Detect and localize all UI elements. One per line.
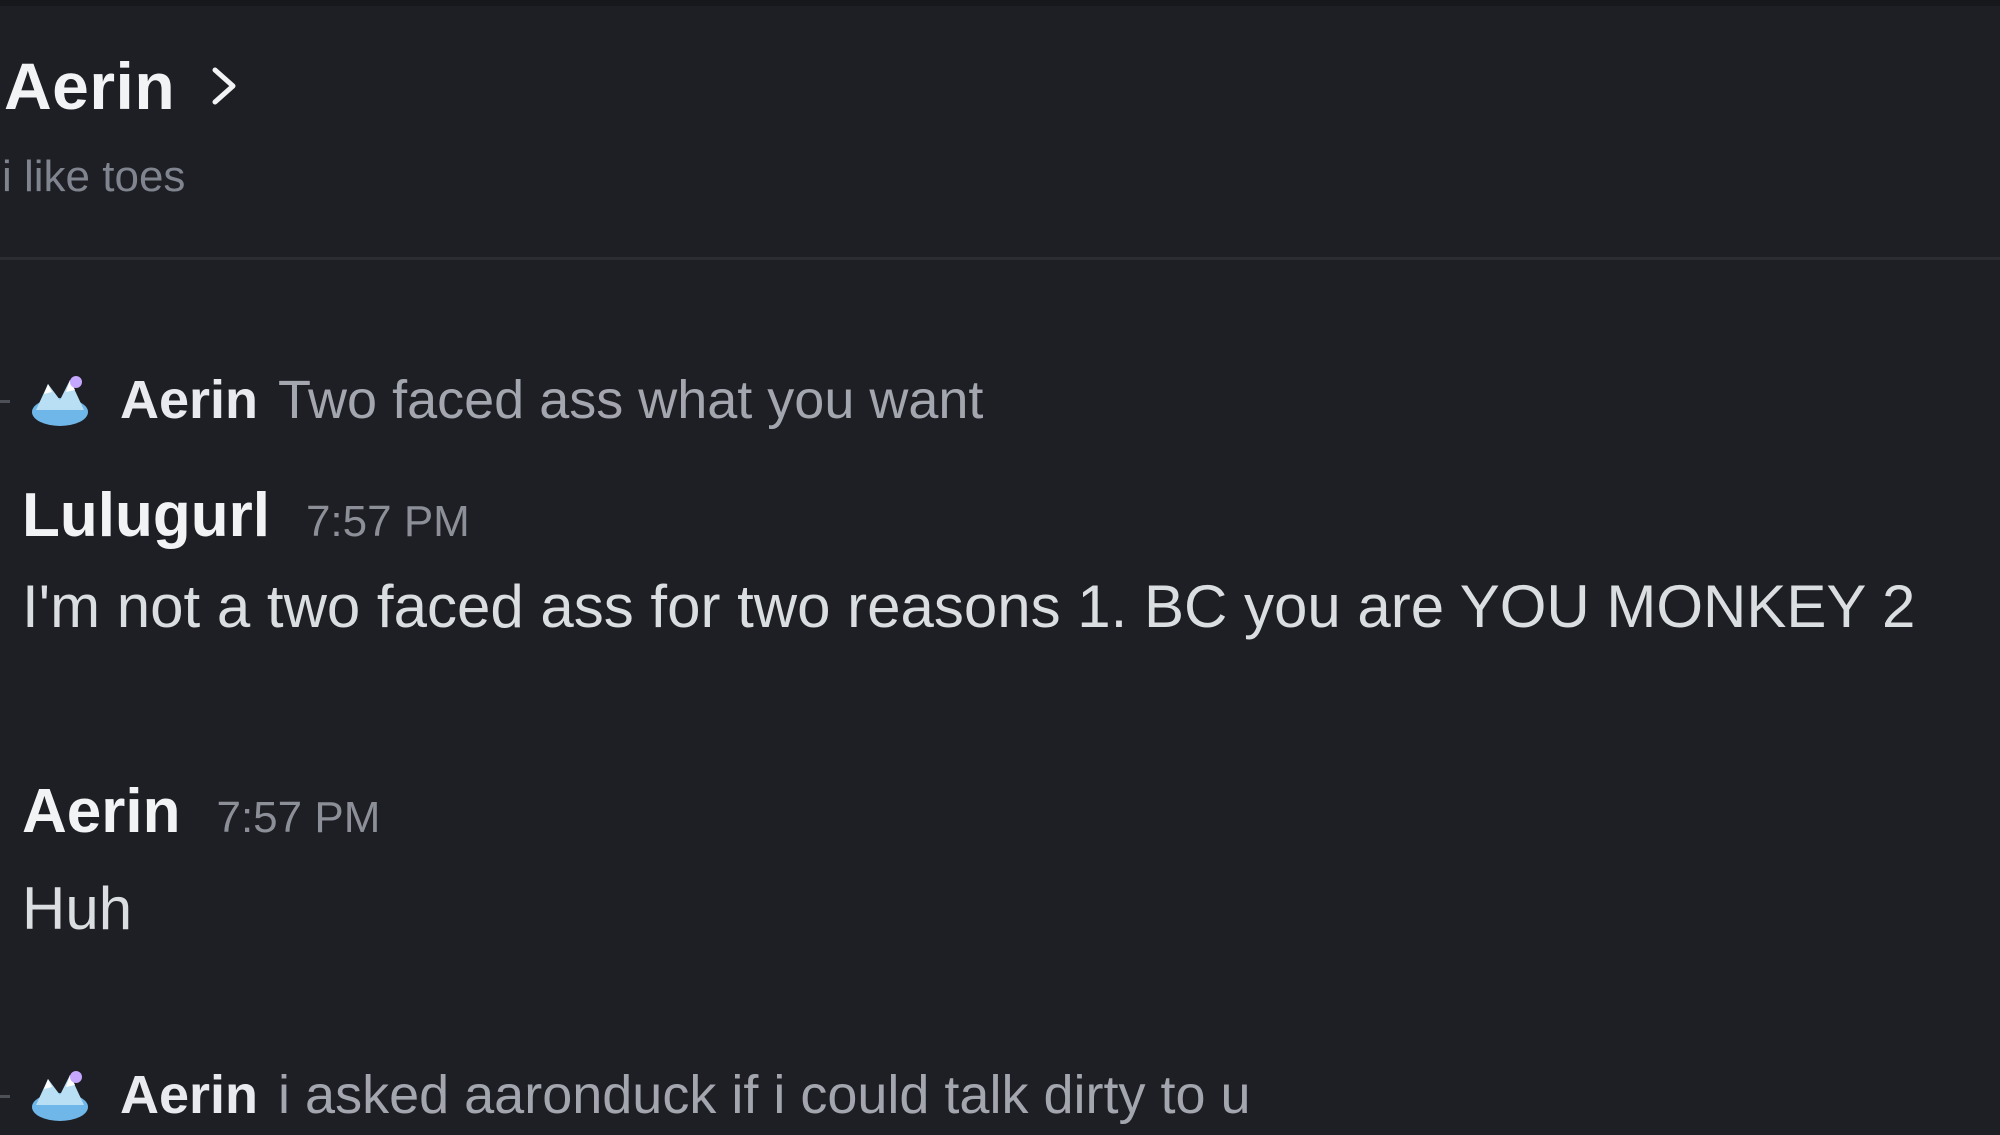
reply-preview[interactable]: Aerin i asked aaronduck if i could talk … xyxy=(0,1055,1251,1135)
dm-header: Aerin i like toes xyxy=(0,0,2000,260)
message-text: Huh xyxy=(22,875,133,942)
message-header: Lulugurl 7:57 PM xyxy=(22,480,470,551)
reply-text[interactable]: i asked aaronduck if i could talk dirty … xyxy=(278,1064,1251,1126)
page-title: Aerin xyxy=(4,49,176,123)
reply-author[interactable]: Aerin xyxy=(120,369,258,431)
profile-link[interactable]: Aerin xyxy=(4,48,245,124)
reply-text[interactable]: Two faced ass what you want xyxy=(278,369,983,431)
message-author[interactable]: Aerin xyxy=(22,776,180,847)
avatar-icon xyxy=(30,1065,90,1125)
reply-author[interactable]: Aerin xyxy=(120,1064,258,1126)
message-timestamp: 7:57 PM xyxy=(216,793,381,842)
reply-preview[interactable]: Aerin Two faced ass what you want xyxy=(0,360,983,440)
message-header: Aerin 7:57 PM xyxy=(22,776,380,847)
avatar-icon xyxy=(30,370,90,430)
reply-spine xyxy=(0,1094,10,1098)
message-text: I'm not a two faced ass for two reasons … xyxy=(22,573,1916,640)
message-timestamp: 7:57 PM xyxy=(305,497,470,546)
message-author[interactable]: Lulugurl xyxy=(22,480,270,551)
chevron-right-icon xyxy=(201,64,245,108)
reply-spine xyxy=(0,399,10,403)
custom-status: i like toes xyxy=(2,152,186,201)
